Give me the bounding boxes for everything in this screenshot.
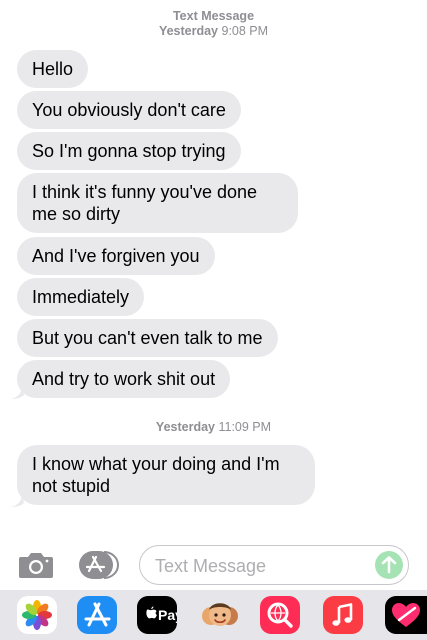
app-store-button-icon[interactable] xyxy=(78,550,120,580)
web-search-app-icon[interactable] xyxy=(260,596,300,634)
incoming-message[interactable]: And I've forgiven you xyxy=(17,237,215,275)
incoming-message[interactable]: So I'm gonna stop trying xyxy=(17,132,241,170)
send-button[interactable] xyxy=(375,551,403,579)
bubble-tail xyxy=(11,494,24,507)
memoji-app-icon[interactable] xyxy=(200,596,240,634)
bubble-tail xyxy=(11,386,24,399)
incoming-message[interactable]: But you can't even talk to me xyxy=(17,319,278,357)
composer-bar xyxy=(0,540,427,590)
message-input[interactable] xyxy=(155,554,365,578)
camera-icon[interactable] xyxy=(18,551,54,579)
incoming-message[interactable]: I know what your doing and I'm not stupi… xyxy=(17,445,315,505)
divider-timestamp: Yesterday 11:09 PM xyxy=(155,420,272,434)
message-thread[interactable]: Text Message Yesterday 9:08 PM Hello You… xyxy=(0,0,427,540)
digital-touch-app-icon[interactable] xyxy=(385,596,427,634)
header-timestamp: Yesterday 9:08 PM xyxy=(158,24,269,38)
photos-app-icon[interactable] xyxy=(17,596,57,634)
incoming-message[interactable]: And try to work shit out xyxy=(17,360,231,398)
incoming-message[interactable]: You obviously don't care xyxy=(17,91,241,129)
service-label: Text Message xyxy=(172,9,255,23)
incoming-message[interactable]: Hello xyxy=(17,50,89,88)
thread-header: Text Message Yesterday 9:08 PM xyxy=(0,9,427,39)
apple-pay-app-icon[interactable]: Pay xyxy=(137,596,177,634)
incoming-message[interactable]: Immediately xyxy=(17,278,145,316)
arrow-up-icon xyxy=(381,556,397,574)
apple-pay-label: Pay xyxy=(158,607,177,623)
incoming-message[interactable]: I think it's funny you've done me so dir… xyxy=(17,173,298,233)
app-store-app-icon[interactable] xyxy=(77,596,117,634)
music-app-icon[interactable] xyxy=(323,596,363,634)
app-drawer: Pay xyxy=(0,590,427,640)
message-input-field[interactable] xyxy=(139,545,409,585)
